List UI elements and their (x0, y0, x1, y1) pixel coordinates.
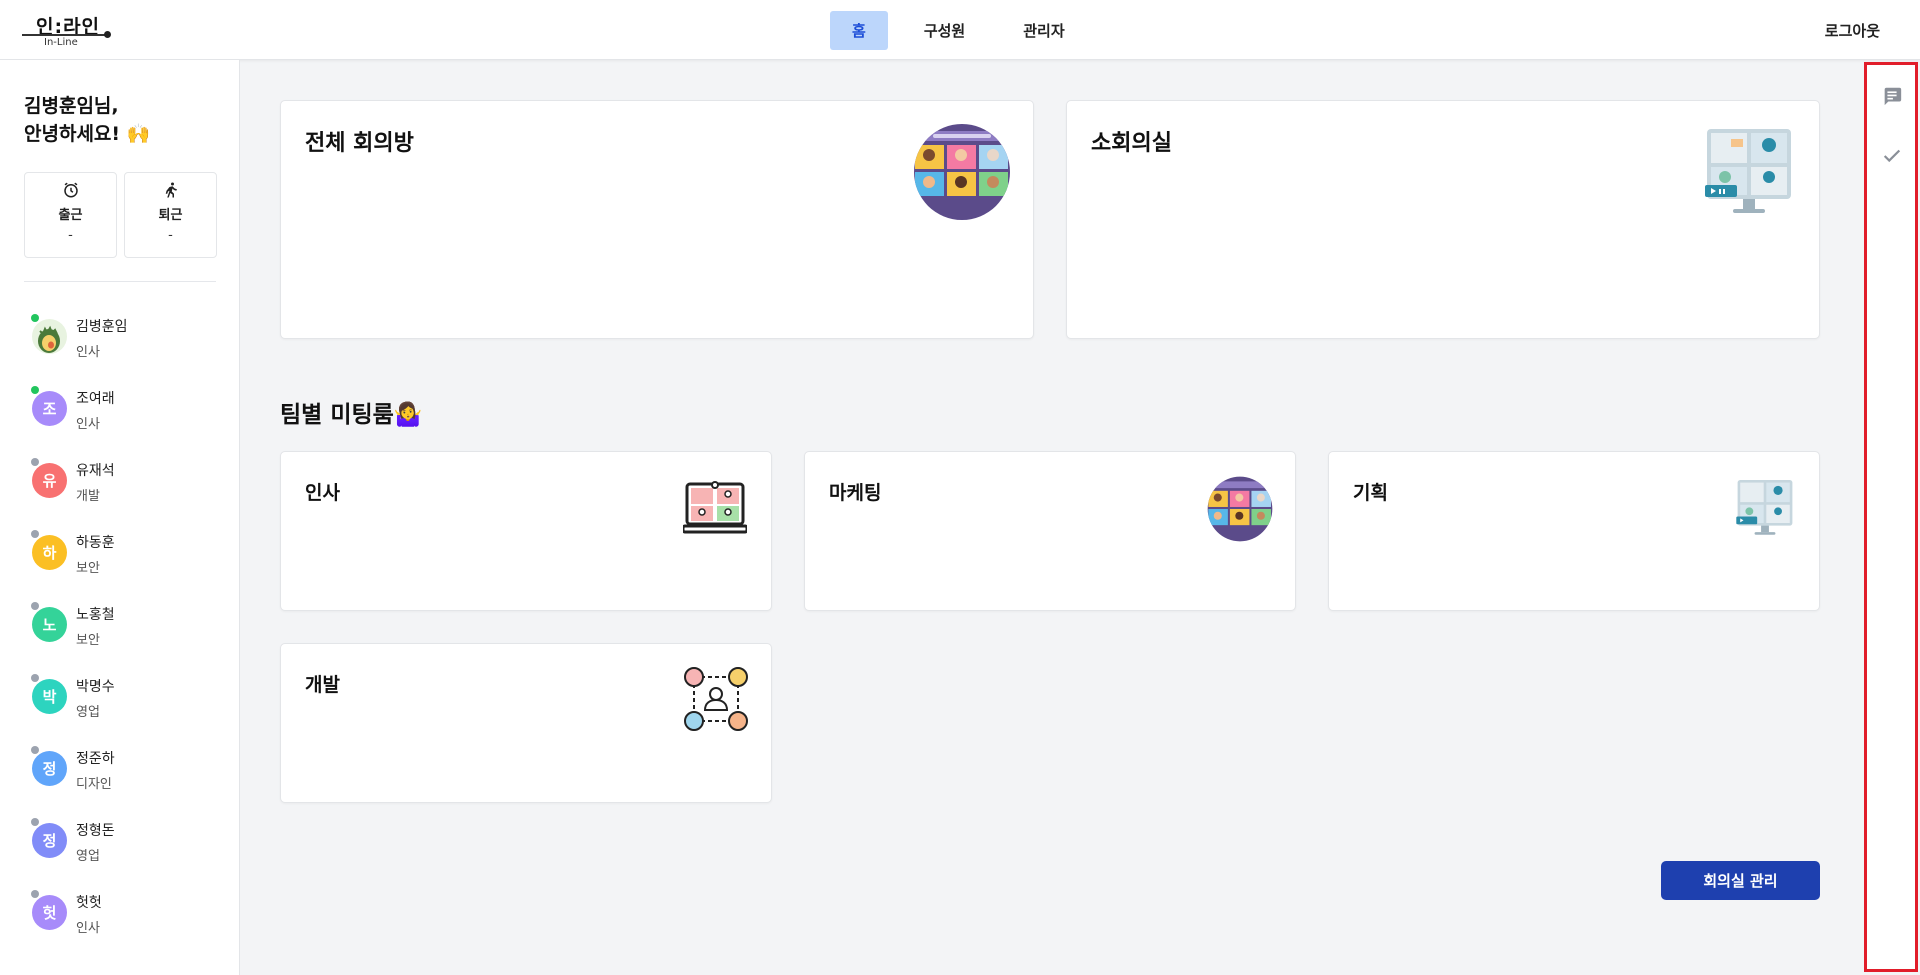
member-name: 유재석 (76, 463, 115, 479)
member-dept: 인사 (76, 921, 100, 936)
clock-in-value: - (68, 228, 73, 243)
status-dot (31, 890, 39, 898)
member-name: 정형돈 (76, 823, 115, 839)
member-dept: 보안 (76, 561, 100, 576)
team-card-marketing[interactable]: 마케팅 (804, 451, 1296, 611)
clock-out-label: 퇴근 (158, 208, 183, 223)
greeting: 김병훈임님, 안녕하세요! 🙌 (24, 95, 151, 145)
check-icon[interactable] (1881, 145, 1903, 167)
team-title: 기획 (1353, 482, 1388, 504)
video-call-grid-icon (913, 123, 1011, 225)
clock-out-box[interactable]: 퇴근 - (124, 172, 217, 258)
status-dot (31, 674, 39, 682)
nav-admin[interactable]: 관리자 (1001, 11, 1086, 50)
member-name: 헛헛 (76, 895, 102, 911)
member-name: 하동훈 (76, 535, 115, 551)
top-navbar: 인:라인 In-Line 홈 구성원 관리자 로그아웃 (0, 0, 1920, 60)
running-person-icon (125, 181, 216, 201)
member-dept: 인사 (76, 417, 100, 432)
nav-members[interactable]: 구성원 (902, 11, 987, 50)
member-dept: 보안 (76, 633, 100, 648)
nav-home[interactable]: 홈 (830, 11, 888, 50)
status-dot (31, 530, 39, 538)
left-sidebar: 김병훈임님, 안녕하세요! 🙌 출근 - 퇴근 - 김병훈임 인사 조 조여래 (0, 60, 240, 975)
avatar: 유 (32, 463, 67, 498)
alarm-clock-icon (25, 181, 116, 201)
room-title: 소회의실 (1091, 131, 1172, 156)
avatar: 헛 (32, 895, 67, 930)
team-title: 마케팅 (829, 482, 882, 504)
avatar (32, 319, 67, 354)
member-dept: 개발 (76, 489, 100, 504)
team-title: 개발 (305, 674, 340, 696)
room-card-small[interactable]: 소회의실 (1066, 100, 1820, 339)
avatar: 조 (32, 391, 67, 426)
avatar: 박 (32, 679, 67, 714)
team-section-title: 팀별 미팅룸🤷‍♀️ (280, 402, 423, 428)
member-name: 김병훈임 (76, 319, 128, 335)
team-title: 인사 (305, 482, 340, 504)
team-card-hr[interactable]: 인사 (280, 451, 772, 611)
clock-out-value: - (168, 228, 173, 243)
avatar: 하 (32, 535, 67, 570)
logout-button[interactable]: 로그아웃 (1825, 20, 1880, 41)
status-dot (31, 386, 39, 394)
member-name: 박명수 (76, 679, 115, 695)
manage-rooms-button[interactable]: 회의실 관리 (1661, 861, 1820, 900)
status-dot (31, 314, 39, 322)
video-conference-monitor-icon (1703, 127, 1795, 221)
member-dept: 영업 (76, 849, 100, 864)
main-nav: 홈 구성원 관리자 (830, 11, 1087, 50)
team-card-planning[interactable]: 기획 (1328, 451, 1820, 611)
avatar: 노 (32, 607, 67, 642)
member-dept: 디자인 (76, 777, 112, 792)
clock-in-label: 출근 (58, 208, 83, 223)
room-card-all[interactable]: 전체 회의방 (280, 100, 1034, 339)
team-card-dev[interactable]: 개발 (280, 643, 772, 803)
member-dept: 인사 (76, 345, 100, 360)
team-network-icon (683, 666, 749, 736)
status-dot (31, 746, 39, 754)
member-name: 노홍철 (76, 607, 115, 623)
avatar: 정 (32, 823, 67, 858)
status-dot (31, 458, 39, 466)
status-dot (31, 602, 39, 610)
member-name: 조여래 (76, 391, 115, 407)
laptop-video-call-icon (681, 480, 749, 540)
clock-in-box[interactable]: 출근 - (24, 172, 117, 258)
video-conference-monitor-icon (1735, 478, 1795, 542)
member-dept: 영업 (76, 705, 100, 720)
member-name: 정준하 (76, 751, 115, 767)
sidebar-divider (24, 281, 216, 282)
chat-icon[interactable] (1881, 85, 1903, 107)
room-title: 전체 회의방 (305, 131, 414, 156)
app-logo[interactable]: 인:라인 In-Line (22, 12, 112, 48)
right-rail (1864, 62, 1918, 972)
avatar: 정 (32, 751, 67, 786)
logo-subtext: In-Line (44, 37, 78, 48)
status-dot (31, 818, 39, 826)
video-call-grid-icon (1207, 476, 1273, 546)
